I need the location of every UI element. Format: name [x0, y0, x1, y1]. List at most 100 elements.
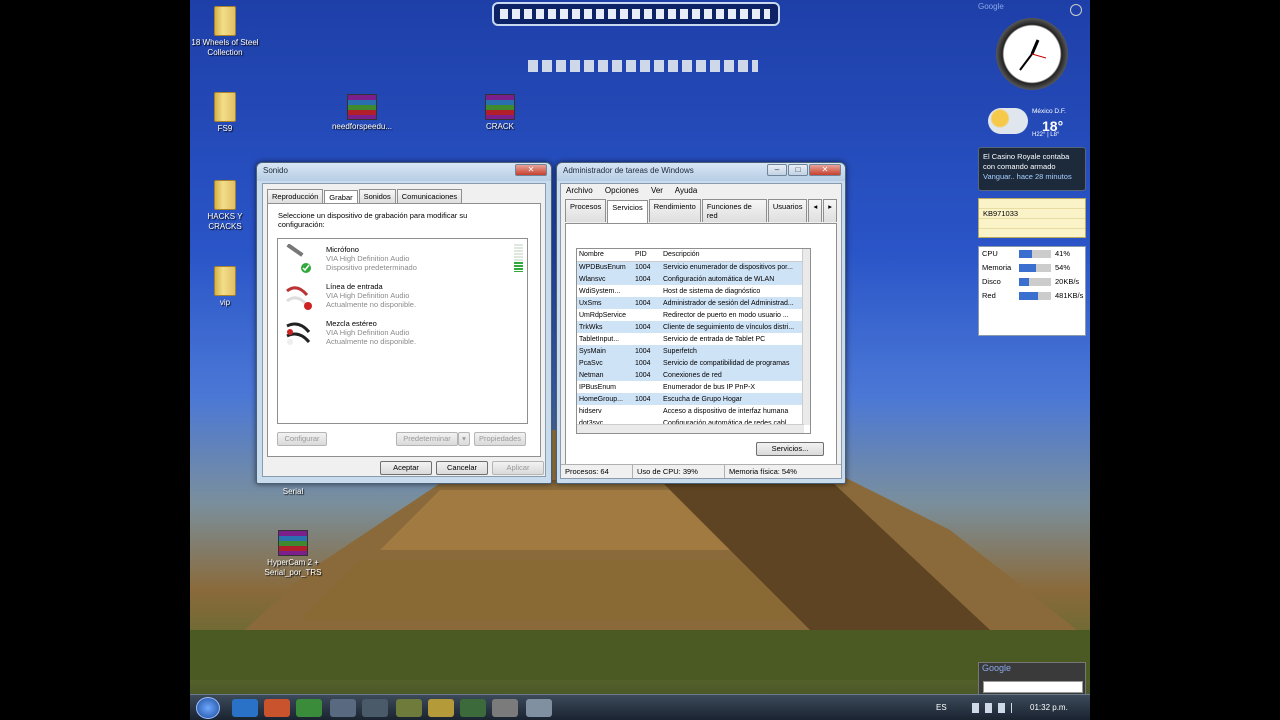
internet-explorer-icon[interactable] [232, 699, 258, 717]
configure-button[interactable]: Configurar [277, 432, 327, 446]
desktop-icon-18-wheels[interactable]: 18 Wheels of Steel Collection [190, 6, 260, 58]
table-cell: Escucha de Grupo Hogar [661, 393, 810, 405]
desktop-icon-fs9[interactable]: FS9 [190, 92, 260, 134]
horizontal-scrollbar[interactable] [577, 424, 804, 433]
desktop-icon-hypercam[interactable]: HyperCam 2 + Serial_por_TRS [258, 530, 328, 578]
table-row[interactable]: Netman 1004 Conexiones de red [577, 369, 810, 381]
menu-archivo[interactable]: Archivo [566, 186, 593, 195]
tray-icons[interactable] [972, 703, 1012, 713]
desktop-icon-vip[interactable]: vip [190, 266, 260, 308]
set-default-button[interactable]: Predeterminar [396, 432, 458, 446]
task-manager-content: Archivo Opciones Ver Ayuda Procesos Serv… [560, 183, 842, 479]
cancel-button[interactable]: Cancelar [436, 461, 488, 475]
task-manager-task-icon[interactable] [526, 699, 552, 717]
meter-row: Red 481KB/s [979, 289, 1085, 303]
table-cell [633, 381, 661, 393]
column-header[interactable]: Nombre [577, 249, 633, 261]
table-row[interactable]: UmRdpService Redirector de puerto en modo… [577, 309, 810, 321]
news-source[interactable]: Vanguar.. [983, 172, 1015, 181]
tab-funciones-de-red[interactable]: Funciones de red [701, 199, 767, 222]
device-microphone[interactable]: Micrófono VIA High Definition Audio Disp… [282, 242, 523, 276]
language-indicator[interactable]: ES [936, 703, 947, 712]
table-row[interactable]: hidserv Acceso a dispositivo de interfaz … [577, 405, 810, 417]
table-cell: IPBusEnum [579, 383, 616, 391]
device-line-in[interactable]: Línea de entrada VIA High Definition Aud… [282, 279, 522, 313]
chevron-right-icon[interactable]: ▸ [823, 199, 837, 222]
close-button[interactable]: ✕ [515, 164, 547, 176]
desktop-icon-crack[interactable]: CRACK [465, 94, 535, 132]
clock-time[interactable]: 01:32 p.m. [1030, 703, 1068, 712]
table-row[interactable]: PcaSvc 1004 Servicio de compatibilidad de … [577, 357, 810, 369]
menu-opciones[interactable]: Opciones [605, 186, 639, 195]
table-row[interactable]: TabletInput... Servicio de entrada de Tab… [577, 333, 810, 345]
app-icon[interactable] [460, 699, 486, 717]
table-row[interactable]: HomeGroup... 1004 Escucha de Grupo Hogar [577, 393, 810, 405]
apply-button[interactable]: Aplicar [492, 461, 544, 475]
table-cell: 1004 [633, 261, 661, 273]
maximize-button[interactable]: □ [788, 164, 808, 176]
desktop-icon-needforspeed[interactable]: needforspeedu... [327, 94, 397, 132]
folder-icon [214, 266, 236, 296]
tab-procesos[interactable]: Procesos [565, 199, 607, 222]
tab-rendimiento[interactable]: Rendimiento [648, 199, 701, 222]
taskbar: ES 01:32 p.m. [190, 694, 1090, 720]
meter-label: Red [982, 291, 996, 300]
firefox-icon[interactable] [264, 699, 290, 717]
tab-reproduccion[interactable]: Reproducción [267, 189, 324, 203]
menu-ayuda[interactable]: Ayuda [675, 186, 698, 195]
task-manager-titlebar[interactable]: Administrador de tareas de Windows – □ ✕ [557, 163, 845, 181]
device-stereo-mix[interactable]: Mezcla estéreo VIA High Definition Audio… [282, 316, 522, 350]
launcher-icons[interactable] [500, 9, 770, 19]
add-gadget-icon[interactable] [1070, 4, 1082, 16]
table-cell: Conexiones de red [661, 369, 810, 381]
chrome-icon[interactable] [296, 699, 322, 717]
vertical-scrollbar[interactable] [802, 249, 810, 425]
tab-usuarios[interactable]: Usuarios [767, 199, 808, 222]
photo-viewer-icon[interactable] [330, 699, 356, 717]
tab-comunicaciones[interactable]: Comunicaciones [396, 189, 463, 203]
table-row[interactable]: SysMain 1004 Superfetch [577, 345, 810, 357]
table-cell: Superfetch [661, 345, 810, 357]
memory-usage: Memoria física: 54% [729, 467, 797, 476]
tab-grabar[interactable]: Grabar [324, 190, 358, 204]
sound-titlebar[interactable]: Sonido ✕ [257, 163, 551, 181]
services-table[interactable]: Nombre PID Descripción WPDBusEnum 1004 Ser… [576, 248, 811, 434]
launcher-bar[interactable] [492, 2, 780, 26]
device-list[interactable]: Micrófono VIA High Definition Audio Disp… [277, 238, 528, 424]
explorer-icon[interactable] [428, 699, 454, 717]
properties-button[interactable]: Propiedades [474, 432, 526, 446]
table-row[interactable]: TrkWks 1004 Cliente de seguimiento de vínc… [577, 321, 810, 333]
sound-window-task-icon[interactable] [492, 699, 518, 717]
column-header[interactable]: PID [633, 249, 661, 261]
weather-gadget: México D.F. 18° H22° | L8° [978, 104, 1074, 144]
table-row[interactable]: IPBusEnum Enumerador de bus IP PnP-X [577, 381, 810, 393]
table-row[interactable]: UxSms 1004 Administrador de sesión del Adm… [577, 297, 810, 309]
menu-ver[interactable]: Ver [651, 186, 663, 195]
accept-button[interactable]: Aceptar [380, 461, 432, 475]
gadget-header: Google [978, 2, 1082, 16]
table-row[interactable]: Wlansvc 1004 Configuración automática de W… [577, 273, 810, 285]
clock-hands [1019, 39, 1047, 71]
media-icon[interactable] [362, 699, 388, 717]
google-logo: Google [982, 663, 1012, 673]
media-player-icon[interactable] [396, 699, 422, 717]
tab-servicios[interactable]: Servicios [607, 200, 648, 223]
minimize-button[interactable]: – [767, 164, 787, 176]
notes-gadget[interactable]: KB971033 [978, 198, 1086, 238]
tab-sonidos[interactable]: Sonidos [358, 189, 396, 203]
services-button[interactable]: Servicios... [756, 442, 824, 456]
table-row[interactable]: WdiSystem... Host de sistema de diagnósti… [577, 285, 810, 297]
device-status: Dispositivo predeterminado [326, 263, 417, 272]
close-button[interactable]: ✕ [809, 164, 841, 176]
news-headline[interactable]: El Casino Royale contaba con comando arm… [983, 152, 1081, 172]
chevron-left-icon[interactable]: ◂ [808, 199, 823, 222]
desktop-icon-serial[interactable]: Serial [258, 487, 328, 497]
table-row[interactable]: WPDBusEnum 1004 Servicio enumerador de dis… [577, 261, 810, 273]
start-button[interactable] [196, 697, 220, 719]
news-gadget[interactable]: El Casino Royale contaba con comando arm… [978, 147, 1086, 191]
desktop-icon-hacks[interactable]: HACKS Y CRACKS [190, 180, 260, 232]
chevron-down-icon[interactable]: ▾ [458, 432, 470, 446]
quick-launch-icons[interactable] [528, 60, 758, 72]
google-search-input[interactable] [983, 681, 1083, 693]
column-header[interactable]: Descripción [661, 249, 810, 261]
